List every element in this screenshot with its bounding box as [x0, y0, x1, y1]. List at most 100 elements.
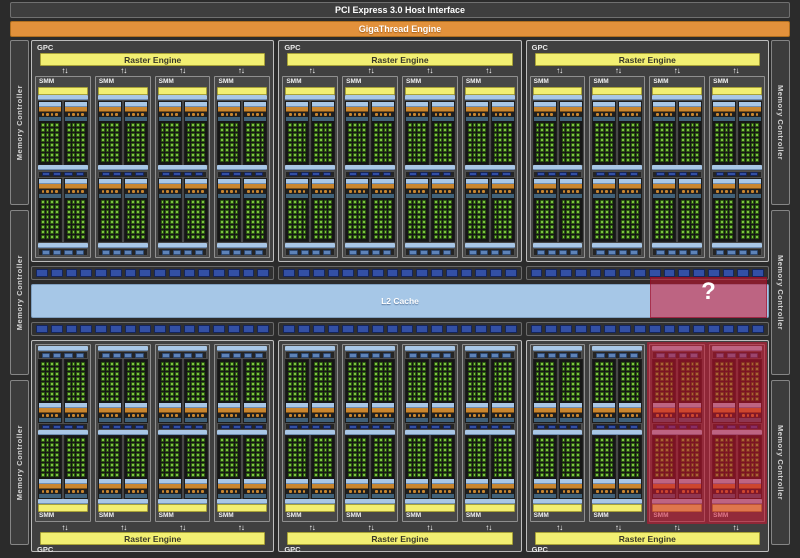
cuda-core [246, 148, 250, 152]
cuda-core [494, 372, 498, 376]
cuda-core [328, 387, 332, 391]
dispatch-unit [478, 113, 480, 116]
cuda-core [571, 215, 575, 219]
texture-unit-row-unit [349, 250, 357, 255]
cuda-core [448, 453, 452, 457]
cuda-core [540, 143, 544, 147]
cuda-core [348, 138, 352, 142]
dispatch-unit [329, 113, 331, 116]
cuda-core [348, 210, 352, 214]
cuda-core [508, 468, 512, 472]
cuda-core [175, 468, 179, 472]
cuda-core [196, 235, 200, 239]
cuda-core [477, 230, 481, 234]
dispatch-unit [409, 490, 411, 493]
cuda-core [379, 128, 383, 132]
instruction-buffer-bar [98, 95, 148, 100]
cuda-core [324, 443, 328, 447]
cuda-core [288, 463, 292, 467]
texture-unit-row-unit [64, 250, 72, 255]
cuda-core [55, 158, 59, 162]
texture-unit-row-unit [195, 353, 203, 358]
cuda-core [328, 210, 332, 214]
cuda-core [46, 387, 50, 391]
cuda-core [72, 453, 76, 457]
cuda-core [110, 128, 114, 132]
crossbar-port [590, 325, 602, 333]
cuda-core [482, 133, 486, 137]
cuda-core [328, 148, 332, 152]
texture-unit-row-unit [409, 353, 417, 358]
cuda-core [681, 158, 685, 162]
cuda-core [600, 235, 604, 239]
cuda-core [729, 453, 733, 457]
texture-cache-bar [712, 165, 762, 170]
cuda-core [545, 235, 549, 239]
load-store-row [652, 423, 702, 430]
cuda-core [686, 443, 690, 447]
dispatch-unit [665, 113, 667, 116]
smm-subcolumn [98, 178, 122, 242]
cuda-core [141, 367, 145, 371]
cuda-core [566, 362, 570, 366]
cuda-core [508, 123, 512, 127]
cuda-core [328, 153, 332, 157]
cuda-core [196, 133, 200, 137]
cuda-core [422, 453, 426, 457]
load-store-row [345, 423, 395, 430]
dispatch-unit [320, 490, 322, 493]
cuda-core [725, 392, 729, 396]
cuda-core [439, 453, 443, 457]
cuda-core [562, 205, 566, 209]
dispatch-unit [363, 113, 365, 116]
cuda-core [196, 458, 200, 462]
cuda-core [686, 215, 690, 219]
cuda-core [161, 230, 165, 234]
cuda-core [298, 453, 302, 457]
cuda-core [256, 458, 260, 462]
texture-cache-bar [533, 165, 583, 170]
cuda-core [631, 210, 635, 214]
crossbar-port [649, 269, 661, 277]
cuda-core [473, 463, 477, 467]
cuda-core [41, 392, 45, 396]
cuda-core [328, 392, 332, 396]
cuda-core [439, 158, 443, 162]
cuda-core [473, 158, 477, 162]
cuda-core [610, 382, 614, 386]
cuda-core [246, 235, 250, 239]
dispatch-unit [550, 190, 552, 193]
dispatch-unit [261, 190, 263, 193]
texture-unit-row [465, 248, 515, 256]
cuda-core [293, 153, 297, 157]
cuda-core [81, 230, 85, 234]
cuda-core [508, 372, 512, 376]
cuda-core [187, 453, 191, 457]
cuda-core [550, 362, 554, 366]
cuda-core [76, 230, 80, 234]
cuda-core [251, 458, 255, 462]
cuda-core [362, 458, 366, 462]
core-grid [679, 121, 701, 164]
cuda-core [408, 200, 412, 204]
cuda-core [417, 158, 421, 162]
cuda-core [636, 128, 640, 132]
load-store-row-unit [739, 425, 747, 429]
cuda-core [655, 397, 659, 401]
cuda-core [408, 362, 412, 366]
cuda-core [605, 392, 609, 396]
cuda-core [576, 443, 580, 447]
cuda-core [494, 220, 498, 224]
dispatch-row [653, 489, 675, 494]
cuda-core [55, 210, 59, 214]
dispatch-unit [550, 414, 552, 417]
cuda-core [298, 438, 302, 442]
load-store-row-unit [372, 425, 380, 429]
load-store-row-unit [548, 425, 556, 429]
cuda-core [225, 372, 229, 376]
cuda-core [67, 210, 71, 214]
cuda-core [353, 230, 357, 234]
dispatch-unit [324, 190, 326, 193]
updown-arrows-icon: ↑↓ [588, 523, 647, 532]
load-store-row-unit [608, 172, 616, 176]
